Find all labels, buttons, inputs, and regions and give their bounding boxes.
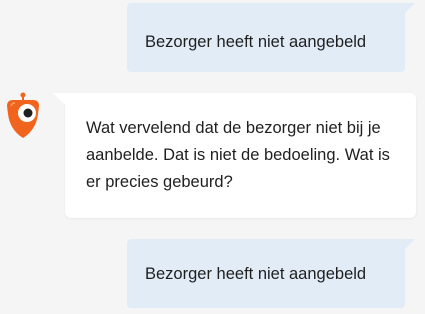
message-text: Bezorger heeft niet aangebeld [145,265,367,283]
user-message: Bezorger heeft niet aangebeld [127,239,415,308]
robot-mascot-icon [7,92,39,138]
bot-message: Wat vervelend dat de bezorger niet bij j… [53,93,416,218]
chat-transcript: Bezorger heeft niet aangebeld Wat vervel… [0,0,425,314]
user-message: Bezorger heeft niet aangebeld [127,3,415,72]
message-text: Wat vervelend dat de bezorger niet bij j… [86,119,390,191]
message-text: Bezorger heeft niet aangebeld [145,33,367,51]
bot-avatar [3,92,43,140]
